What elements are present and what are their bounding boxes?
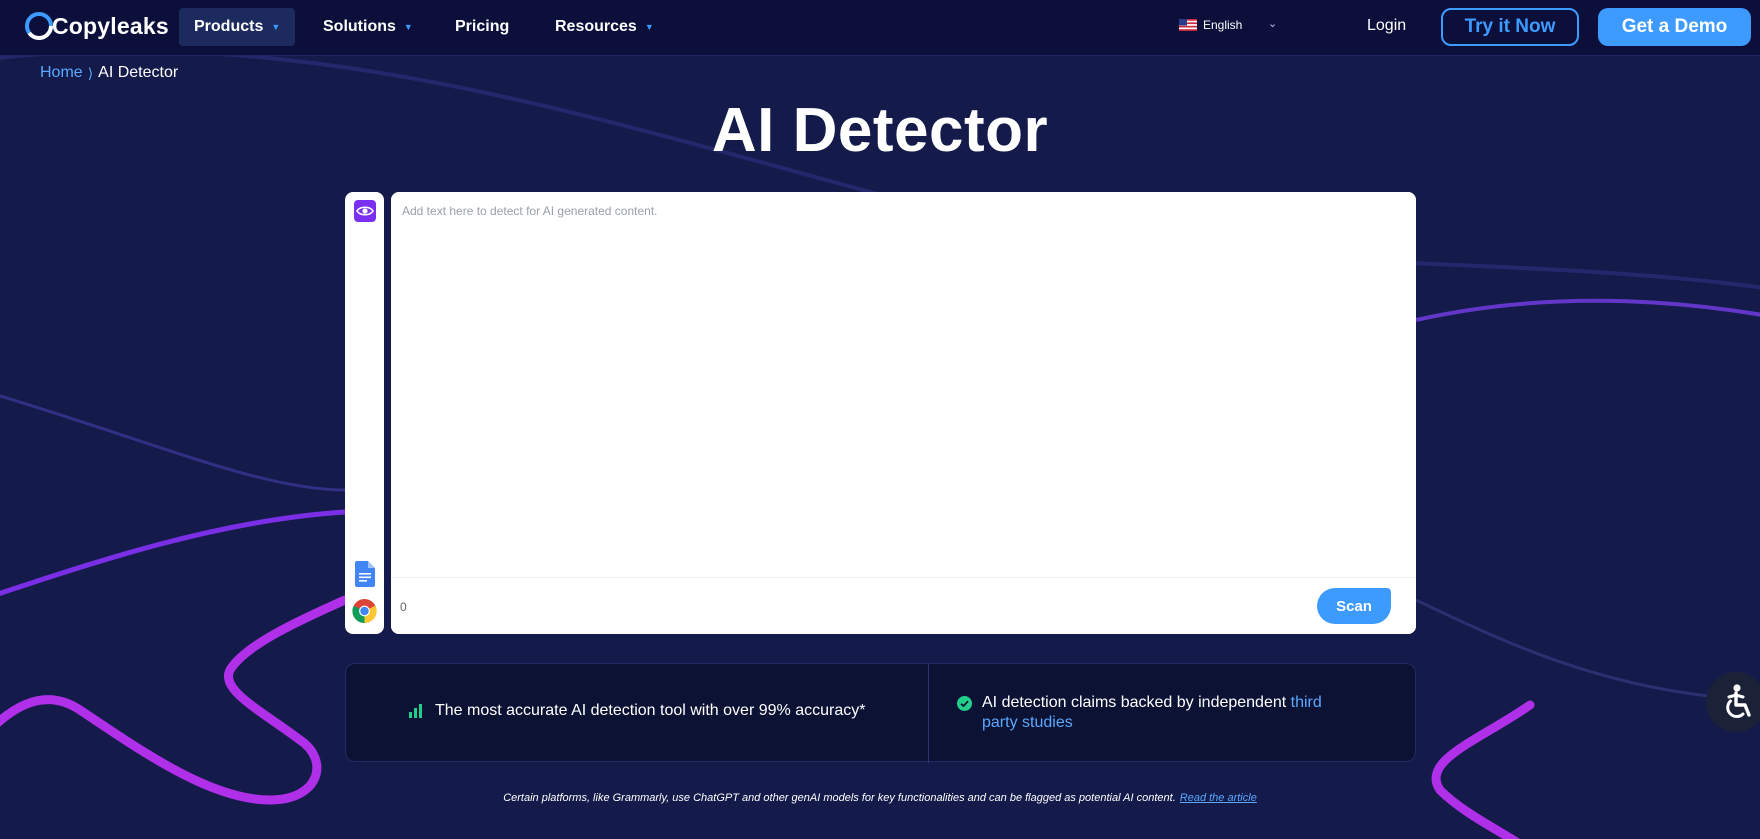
breadcrumb-separator-icon: ⟩ (87, 64, 94, 81)
get-a-demo-button[interactable]: Get a Demo (1598, 8, 1751, 46)
studies-claim: AI detection claims backed by independen… (957, 693, 1337, 733)
disclaimer-text: Certain platforms, like Grammarly, use C… (503, 792, 1176, 804)
chrome-icon[interactable] (352, 598, 377, 623)
caret-down-icon: ▼ (403, 22, 413, 32)
chevron-down-icon[interactable]: ⌄ (1268, 17, 1277, 30)
accessibility-button[interactable] (1706, 672, 1760, 732)
accuracy-claim-text: The most accurate AI detection tool with… (435, 702, 866, 719)
logo-mark-icon (25, 12, 53, 40)
accessibility-icon (1726, 684, 1751, 719)
nav-pricing[interactable]: Pricing (440, 8, 524, 46)
nav-resources[interactable]: Resources ▼ (540, 8, 669, 46)
claims-divider (928, 664, 929, 763)
nav-resources-label: Resources (555, 18, 637, 35)
nav-solutions-label: Solutions (323, 18, 396, 35)
breadcrumb: Home ⟩ AI Detector (40, 64, 178, 82)
try-it-now-button[interactable]: Try it Now (1441, 8, 1579, 46)
disclaimer: Certain platforms, like Grammarly, use C… (0, 792, 1760, 804)
top-navigation-bar: Copyleaks Products ▼ Solutions ▼ Pricing… (0, 0, 1760, 56)
page-title: AI Detector (711, 96, 1049, 165)
breadcrumb-current: AI Detector (98, 64, 179, 81)
read-the-article-link[interactable]: Read the article (1180, 792, 1257, 804)
nav-solutions[interactable]: Solutions ▼ (308, 8, 428, 46)
editor-footer: 0 Scan (391, 577, 1416, 634)
caret-down-icon: ▼ (644, 22, 654, 32)
side-tool-rail (345, 192, 384, 634)
nav-pricing-label: Pricing (455, 18, 510, 35)
studies-claim-text-wrapper: AI detection claims backed by independen… (982, 693, 1337, 733)
word-count: 0 (400, 600, 407, 614)
login-link[interactable]: Login (1367, 17, 1406, 35)
nav-products-label: Products (194, 18, 264, 35)
accuracy-claim: The most accurate AI detection tool with… (409, 702, 865, 720)
copyleaks-logo[interactable]: Copyleaks (24, 9, 169, 43)
language-label: English (1203, 18, 1243, 32)
breadcrumb-home-link[interactable]: Home (40, 64, 83, 82)
language-selector[interactable]: English (1179, 18, 1242, 32)
claims-banner: The most accurate AI detection tool with… (345, 663, 1416, 763)
google-docs-icon[interactable] (352, 560, 377, 587)
studies-claim-text: AI detection claims backed by independen… (982, 694, 1287, 711)
scan-button[interactable]: Scan (1317, 588, 1391, 624)
caret-down-icon: ▼ (271, 22, 281, 32)
us-flag-icon (1179, 19, 1197, 31)
eye-icon[interactable] (352, 198, 377, 223)
logo-text: Copyleaks (52, 12, 169, 39)
nav-products[interactable]: Products ▼ (179, 8, 296, 46)
bar-chart-icon (409, 704, 422, 718)
check-circle-icon (957, 696, 972, 711)
ai-detector-text-input[interactable] (391, 192, 1416, 577)
text-editor-panel: 0 Scan (391, 192, 1416, 634)
